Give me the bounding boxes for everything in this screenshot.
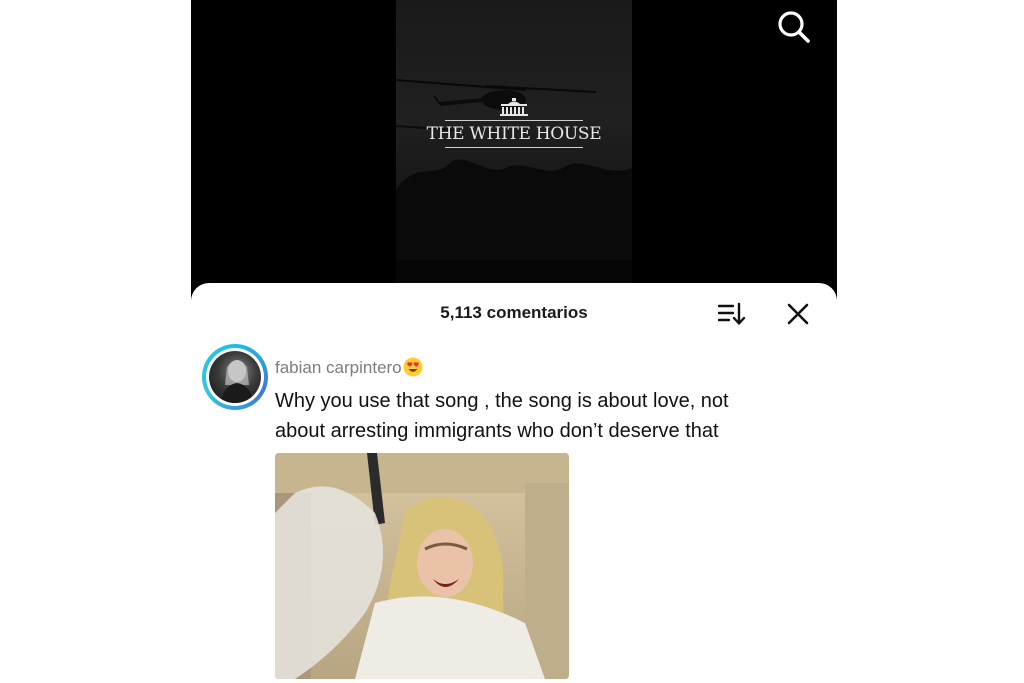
comments-sheet: 5,113 comentarios fabian carpintero Why …: [191, 283, 837, 683]
close-icon[interactable]: [787, 303, 809, 325]
sort-icon[interactable]: [718, 302, 746, 326]
comments-header: 5,113 comentarios: [191, 283, 837, 343]
comment-author[interactable]: fabian carpintero: [275, 357, 423, 378]
comment-text: Why you use that song , the song is abou…: [275, 386, 835, 446]
phone-screen: THE WHITE HOUSE 5,113 comentarios fabian…: [191, 0, 837, 683]
logo-rule-top: [445, 120, 583, 121]
gif-image: [275, 453, 569, 679]
video-player[interactable]: THE WHITE HOUSE: [191, 0, 837, 300]
avatar-person-image: [221, 360, 253, 403]
comment-text-line: Why you use that song , the song is abou…: [275, 390, 729, 412]
username[interactable]: fabian carpintero: [275, 358, 402, 377]
logo-text: THE WHITE HOUSE: [426, 124, 602, 144]
treeline-image: [396, 159, 632, 300]
heart-eyes-emoji-icon: [403, 357, 423, 377]
white-house-building-icon: [500, 98, 528, 116]
white-house-logo: THE WHITE HOUSE: [396, 98, 632, 148]
search-icon[interactable]: [777, 10, 811, 44]
comment-text-line: about arresting immigrants who don’t des…: [275, 420, 719, 442]
logo-rule-bottom: [445, 147, 583, 148]
comment-gif[interactable]: [275, 453, 569, 679]
avatar[interactable]: [202, 344, 268, 410]
avatar-border: [206, 348, 264, 406]
avatar-photo: [209, 351, 261, 403]
video-frame: THE WHITE HOUSE: [396, 0, 632, 300]
